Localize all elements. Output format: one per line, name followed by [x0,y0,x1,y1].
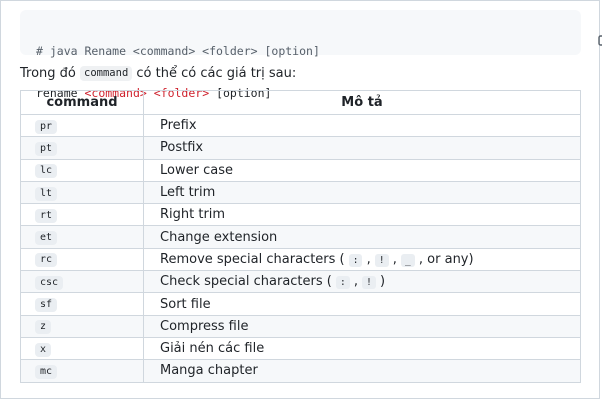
command-code: z [35,320,52,335]
description-cell: Manga chapter [143,359,581,383]
table-row: x Giải nén các file [20,336,581,361]
description-text: Lower case [160,162,233,178]
command-table: command Mô tả pr Prefix pt Postfix lc Lower c… [20,90,581,383]
header-command: command [20,90,144,115]
command-cell: pt [20,136,144,160]
description-text: Manga chapter [160,363,258,379]
command-cell: et [20,225,144,249]
header-description: Mô tả [143,90,581,115]
intro-text-after: có thể có các giá trị sau: [132,66,297,81]
description-text: Remove special characters ( [160,251,345,267]
intro-text-before: Trong đó [20,66,81,81]
description-separator: , or any) [418,251,474,267]
command-code: mc [35,364,58,379]
table-header-row: command Mô tả [20,90,581,115]
description-inline-code: : [335,276,350,290]
description-text: Compress file [160,318,249,334]
description-cell: Left trim [143,180,581,205]
description-cell: Remove special characters ( : , ! , _ , … [143,247,581,272]
description-cell: Giải nén các file [143,336,581,361]
description-cell: Prefix [143,113,581,138]
description-cell: Lower case [143,158,581,182]
copy-button[interactable] [555,16,602,46]
table-row: sf Sort file [20,292,581,316]
description-inline-code: ! [374,253,389,267]
code-comment: # java Rename <command> <folder> [option… [36,44,320,58]
description-text: Change extension [160,229,278,245]
table-row: z Compress file [20,314,581,338]
description-inline-code: _ [401,253,415,267]
description-cell: Compress file [143,314,581,338]
command-code: sf [35,298,58,313]
intro-inline-code: command [80,66,133,81]
command-code: rc [35,253,58,268]
description-text: Right trim [160,207,226,223]
table-row: pr Prefix [20,113,581,138]
command-cell: mc [20,359,144,383]
content-frame: # java Rename <command> <folder> [option… [0,0,602,399]
description-cell: Right trim [143,203,581,227]
command-code: lc [35,164,58,179]
description-cell: Change extension [143,225,581,249]
command-cell: sf [20,292,144,316]
description-inline-code: : [348,253,363,267]
command-code: pt [35,141,58,156]
code-block: # java Rename <command> <folder> [option… [20,10,602,100]
command-cell: lt [20,180,144,205]
description-separator: , [353,274,363,290]
copy-icon [597,35,602,46]
description-separator: ) [380,274,386,290]
command-cell: lc [20,158,144,182]
description-text: Postfix [160,140,204,156]
description-text: Giải nén các file [160,341,265,357]
description-text: Left trim [160,185,216,201]
command-cell: pr [20,113,144,138]
description-separator: , [366,251,375,267]
command-code: x [35,342,52,357]
description-separator: , [392,251,402,267]
code-line-comment: # java Rename <command> <folder> [option… [36,44,565,58]
table-row: csc Check special characters ( : , ! ) [20,270,581,294]
command-cell: rc [20,247,144,272]
command-cell: rt [20,203,144,227]
description-text: Prefix [160,118,197,134]
description-text: Sort file [160,296,211,312]
table-row: rt Right trim [20,203,581,227]
description-text: Check special characters ( [160,274,332,290]
description-cell: Postfix [143,136,581,160]
table-row: et Change extension [20,225,581,249]
command-code: rt [35,208,58,223]
command-cell: csc [20,270,144,294]
command-code: et [35,231,58,246]
description-cell: Sort file [143,292,581,316]
table-row: lt Left trim [20,180,581,205]
description-inline-code: ! [362,276,376,290]
table-row: rc Remove special characters ( : , ! , _ … [20,247,581,272]
command-code: pr [35,119,58,134]
command-code: csc [35,275,64,290]
table-row: lc Lower case [20,158,581,182]
command-cell: x [20,336,144,361]
command-cell: z [20,314,144,338]
command-code: lt [35,186,58,201]
intro-paragraph: Trong đó command có thể có các giá trị s… [20,65,296,83]
table-row: pt Postfix [20,136,581,160]
table-row: mc Manga chapter [20,359,581,383]
description-cell: Check special characters ( : , ! ) [143,270,581,294]
